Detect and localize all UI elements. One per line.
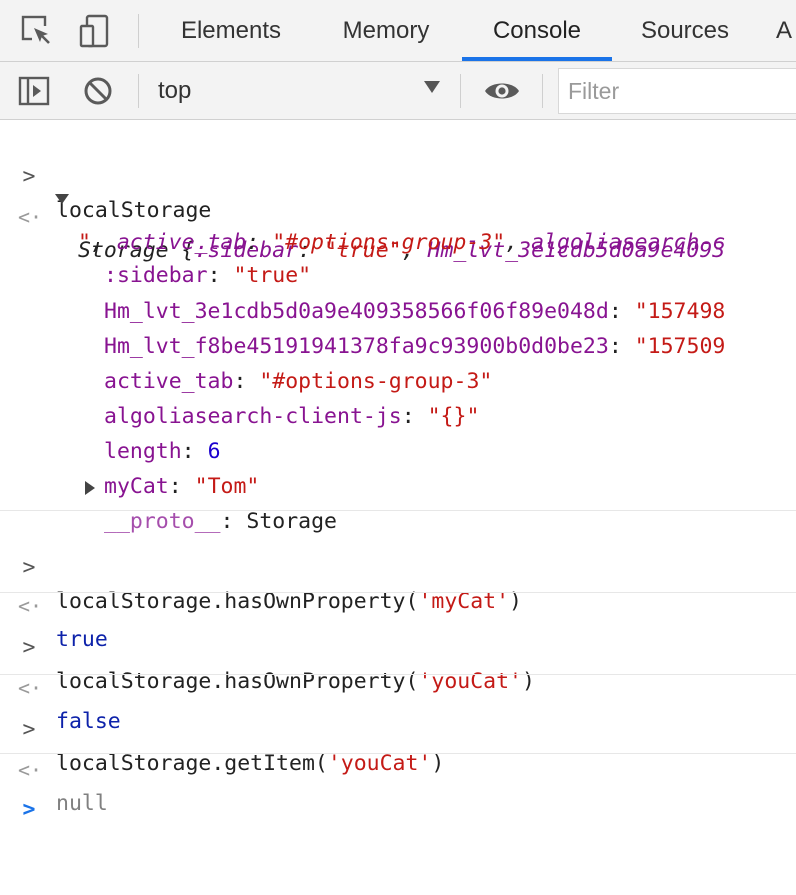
console-toolbar: top [0, 62, 796, 120]
object-property: active_tab: "#options-group-3" [0, 331, 52, 365]
sidebar-toggle-icon[interactable] [18, 75, 50, 107]
toolbar-divider [138, 74, 139, 108]
entry-divider [0, 674, 796, 675]
object-property: length: 6 [0, 401, 52, 435]
property-key: Hm_lvt_f8be45191941378fa9c93900b0d0be23 [104, 334, 609, 359]
inspect-element-icon[interactable] [20, 14, 54, 48]
console-input-line: > localStorage.getItem('youCat') [0, 679, 52, 713]
property-key: length [104, 439, 182, 464]
console-command: localStorage [56, 194, 211, 228]
entry-divider [0, 592, 796, 593]
property-value: "true" [233, 263, 311, 288]
active-prompt-chevron-icon: > [18, 793, 40, 827]
console-input-line: > localStorage [0, 126, 52, 160]
toolbar-divider [138, 14, 139, 48]
console-prompt[interactable]: > [0, 759, 52, 793]
object-property: :sidebar: "true" [0, 225, 52, 259]
console-command: localStorage.hasOwnProperty('youCat') [56, 665, 535, 699]
object-property: Hm_lvt_3e1cdb5d0a9e409358566f06f89e048d:… [0, 261, 52, 295]
property-value: "157509 [635, 334, 726, 359]
console-result-summary-cont: ", active_tab: "#options-group-3", algol… [0, 192, 52, 226]
property-key: :sidebar [104, 263, 208, 288]
eye-icon[interactable] [483, 77, 521, 105]
console-result-line: <· false [0, 637, 52, 671]
proto-value: Storage [246, 509, 337, 534]
property-value: "#options-group-3" [259, 369, 492, 394]
filter-input[interactable] [558, 68, 796, 114]
object-property: Hm_lvt_f8be45191941378fa9c93900b0d0be23:… [0, 296, 52, 330]
clear-console-icon[interactable] [82, 75, 114, 107]
property-key: myCat [104, 474, 169, 499]
active-tab-indicator [462, 57, 612, 61]
property-value: "{}" [428, 404, 480, 429]
console-input-line: > localStorage.hasOwnProperty('youCat') [0, 597, 52, 631]
context-selector[interactable]: top [158, 62, 191, 120]
property-value: 6 [208, 439, 221, 464]
tab-sources[interactable]: Sources [626, 0, 744, 61]
property-key: Hm_lvt_3e1cdb5d0a9e409358566f06f89e048d [104, 299, 609, 324]
object-property: algoliasearch-client-js: "{}" [0, 366, 52, 400]
proto-key: __proto__ [104, 509, 221, 534]
console-command: localStorage.hasOwnProperty('myCat') [56, 585, 522, 619]
expand-triangle-icon[interactable] [85, 481, 95, 495]
result-value: false [56, 705, 121, 739]
result-value: true [56, 623, 108, 657]
object-property: myCat: "Tom" [0, 436, 52, 470]
console-result-line: <· true [0, 555, 52, 589]
devtools-tab-bar: Elements Memory Console Sources A [0, 0, 796, 62]
property-value: "157498 [635, 299, 726, 324]
tab-memory[interactable]: Memory [324, 0, 448, 61]
object-proto-property[interactable]: __proto__: Storage [0, 471, 52, 505]
toolbar-divider [460, 74, 461, 108]
property-key: algoliasearch-client-js [104, 404, 402, 429]
console-input-line: > localStorage.hasOwnProperty('myCat') [0, 517, 52, 551]
console-result-line: <· null [0, 719, 52, 753]
entry-divider [0, 510, 796, 511]
expand-triangle-icon[interactable] [55, 194, 69, 204]
device-toolbar-icon[interactable] [78, 14, 112, 48]
property-key: active_tab [104, 369, 233, 394]
chevron-down-icon[interactable] [424, 81, 440, 93]
toolbar-divider [542, 74, 543, 108]
tab-elements[interactable]: Elements [160, 0, 302, 61]
property-value: "Tom" [195, 474, 260, 499]
entry-divider [0, 753, 796, 754]
tab-overflow[interactable]: A [776, 0, 796, 61]
tab-console[interactable]: Console [462, 0, 612, 61]
